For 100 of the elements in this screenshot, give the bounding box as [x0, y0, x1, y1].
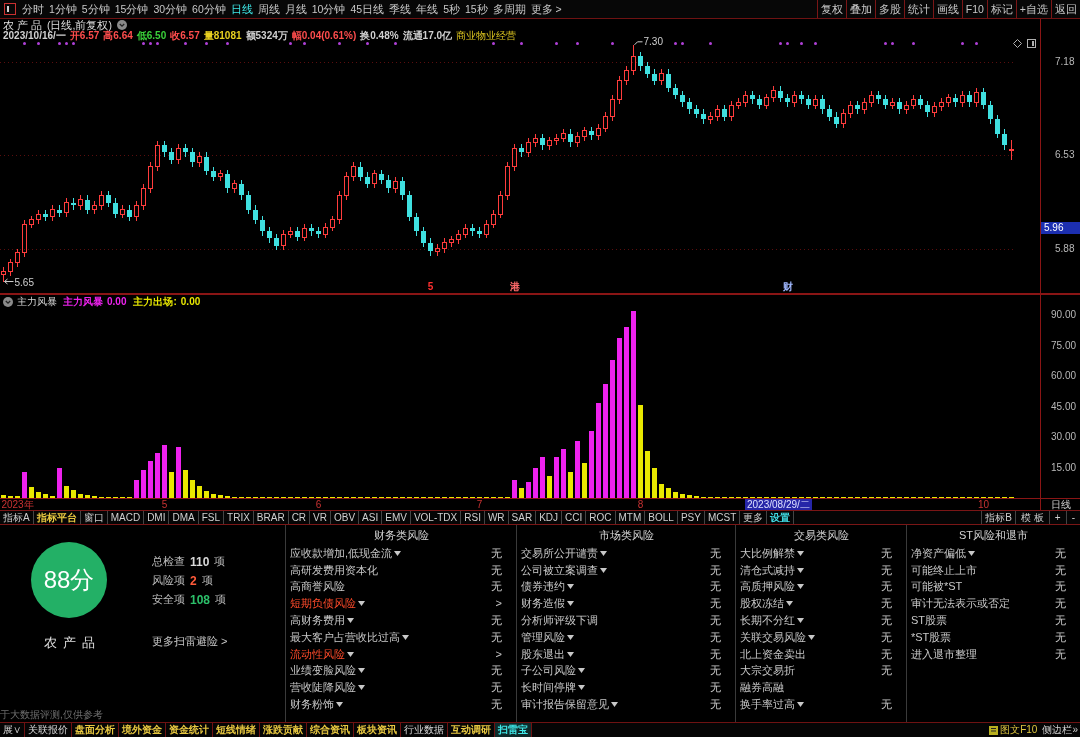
indicator-tab[interactable]: KDJ — [536, 511, 563, 524]
f10-button[interactable]: 图文F10 — [1000, 725, 1038, 735]
bottom-tab[interactable]: 扫雷宝 — [495, 723, 532, 737]
risk-item-label[interactable]: 关联交易风险 — [740, 631, 806, 643]
risk-item-label[interactable]: 股东退出 — [521, 648, 565, 660]
dropdown-caret-icon[interactable] — [567, 584, 574, 590]
chevron-circle-icon[interactable] — [3, 297, 13, 307]
bottom-tab[interactable]: 涨跌贡献 — [260, 723, 307, 737]
indicator-tab[interactable]: SAR — [508, 511, 537, 524]
risk-item-label[interactable]: 管理风险 — [521, 631, 565, 643]
dropdown-caret-icon[interactable] — [358, 685, 365, 691]
period-tab[interactable]: 月线 — [284, 3, 307, 15]
document-icon[interactable] — [989, 725, 999, 735]
risk-item-label[interactable]: 换手率过高 — [740, 699, 795, 711]
indicator-tab[interactable]: MTM — [615, 511, 646, 524]
period-tab[interactable]: 5秒 — [443, 3, 460, 15]
dropdown-caret-icon[interactable] — [797, 702, 804, 708]
period-tab[interactable]: 年线 — [416, 3, 439, 15]
indicator-tab[interactable]: DMI — [144, 511, 170, 524]
toolbar-button[interactable]: 叠加 — [845, 0, 875, 18]
period-tab[interactable]: 15分钟 — [114, 3, 149, 15]
risk-item-label[interactable]: 高质押风险 — [740, 581, 795, 593]
risk-item-label[interactable]: 应收款增加,低现金流 — [290, 547, 393, 559]
risk-item-label[interactable]: 长时间停牌 — [521, 682, 576, 694]
period-tab[interactable]: 多周期 — [492, 3, 526, 15]
indicator-tool-button[interactable]: - — [1065, 511, 1080, 524]
bottom-tab[interactable]: 资金统计 — [166, 723, 213, 737]
dropdown-caret-icon[interactable] — [797, 584, 804, 590]
indicator-tab[interactable]: MCST — [704, 511, 741, 524]
dropdown-caret-icon[interactable] — [797, 567, 804, 573]
toolbar-button[interactable]: 画线 — [932, 0, 962, 18]
dropdown-caret-icon[interactable] — [402, 634, 409, 640]
panel-icon[interactable] — [4, 3, 16, 15]
risk-item-label[interactable]: 业绩变脸风险 — [290, 665, 356, 677]
toolbar-button[interactable]: 统计 — [903, 0, 933, 18]
indicator-tab[interactable]: BRAR — [253, 511, 289, 524]
dropdown-caret-icon[interactable] — [567, 634, 574, 640]
bottom-tab[interactable]: 展∨ — [0, 723, 25, 737]
dropdown-caret-icon[interactable] — [786, 601, 793, 607]
indicator-tab[interactable]: RSI — [461, 511, 485, 524]
indicator-tab[interactable]: WR — [484, 511, 509, 524]
dropdown-caret-icon[interactable] — [347, 651, 354, 657]
indicator-tab[interactable]: 更多 — [740, 511, 768, 524]
risk-item-label[interactable]: 股权冻结 — [740, 598, 784, 610]
indicator-tab[interactable]: MACD — [107, 511, 145, 524]
dropdown-caret-icon[interactable] — [600, 567, 607, 573]
bottom-tab[interactable]: 关联报价 — [25, 723, 72, 737]
toolbar-button[interactable]: 多股 — [874, 0, 904, 18]
more-scan-link[interactable]: 更多扫雷避险 > — [152, 636, 228, 647]
risk-item-label[interactable]: 流动性风险 — [290, 648, 345, 660]
risk-item-label[interactable]: 大比例解禁 — [740, 547, 795, 559]
sidebar-icon[interactable] — [1027, 39, 1036, 48]
more-button[interactable]: 更多 > — [530, 3, 562, 15]
period-tab[interactable]: 10分钟 — [311, 3, 346, 15]
bottom-tab[interactable]: 板块资讯 — [354, 723, 401, 737]
indicator-tab[interactable]: FSL — [198, 511, 225, 524]
dropdown-caret-icon[interactable] — [808, 634, 815, 640]
risk-item-label[interactable]: 净资产偏低 — [911, 547, 966, 559]
toolbar-button[interactable]: 返回 — [1051, 0, 1080, 18]
risk-item-label[interactable]: 长期不分红 — [740, 615, 795, 627]
indicator-tab[interactable]: VR — [310, 511, 331, 524]
bottom-tab[interactable]: 盘面分析 — [72, 723, 119, 737]
bottom-tab[interactable]: 短线情绪 — [213, 723, 260, 737]
dropdown-caret-icon[interactable] — [797, 550, 804, 556]
indicator-tab[interactable]: 设置 — [767, 511, 795, 524]
period-tab[interactable]: 周线 — [257, 3, 280, 15]
risk-item-label[interactable]: 财务粉饰 — [290, 699, 334, 711]
bottom-tab[interactable]: 综合资讯 — [307, 723, 354, 737]
indicator-tool-button[interactable]: + — [1048, 511, 1066, 524]
dropdown-caret-icon[interactable] — [968, 550, 975, 556]
sidebar-button[interactable]: 侧边栏» — [1042, 725, 1078, 735]
indicator-tab[interactable]: VOL-TDX — [410, 511, 462, 524]
period-tab[interactable]: 1分钟 — [49, 3, 77, 15]
period-tab[interactable]: 季线 — [389, 3, 412, 15]
indicator-tab[interactable]: CCI — [562, 511, 587, 524]
risk-item-label[interactable]: 营收陡降风险 — [290, 682, 356, 694]
risk-item-label[interactable]: 财务造假 — [521, 598, 565, 610]
risk-item-label[interactable]: 审计报告保留意见 — [521, 699, 609, 711]
dropdown-caret-icon[interactable] — [394, 550, 402, 556]
indicator-tool-button[interactable]: 模 板 — [1015, 511, 1049, 524]
indicator-tab[interactable]: ROC — [586, 511, 616, 524]
dropdown-caret-icon[interactable] — [358, 668, 365, 674]
dropdown-caret-icon[interactable] — [567, 651, 574, 657]
indicator-tab[interactable]: BOLL — [645, 511, 678, 524]
toolbar-button[interactable]: +自选 — [1015, 0, 1051, 18]
indicator-tab[interactable]: TRIX — [224, 511, 254, 524]
sector-link[interactable]: 商业物业经营 — [456, 31, 517, 41]
indicator-group-tab[interactable]: 指标B — [981, 511, 1016, 524]
period-tab[interactable]: 15秒 — [464, 3, 488, 15]
toolbar-button[interactable]: 复权 — [816, 0, 846, 18]
toolbar-button[interactable]: 标记 — [986, 0, 1016, 18]
indicator-group-tab[interactable]: 指标A — [0, 511, 34, 524]
diamond-icon[interactable] — [1013, 39, 1022, 48]
dropdown-caret-icon[interactable] — [600, 550, 607, 556]
indicator-tab[interactable]: DMA — [169, 511, 199, 524]
indicator-tab[interactable]: CR — [288, 511, 311, 524]
period-tab[interactable]: 分时 — [22, 3, 44, 15]
period-tab[interactable]: 5分钟 — [81, 3, 110, 15]
dropdown-caret-icon[interactable] — [347, 618, 354, 624]
risk-item-label[interactable]: 交易所公开谴责 — [521, 547, 598, 559]
